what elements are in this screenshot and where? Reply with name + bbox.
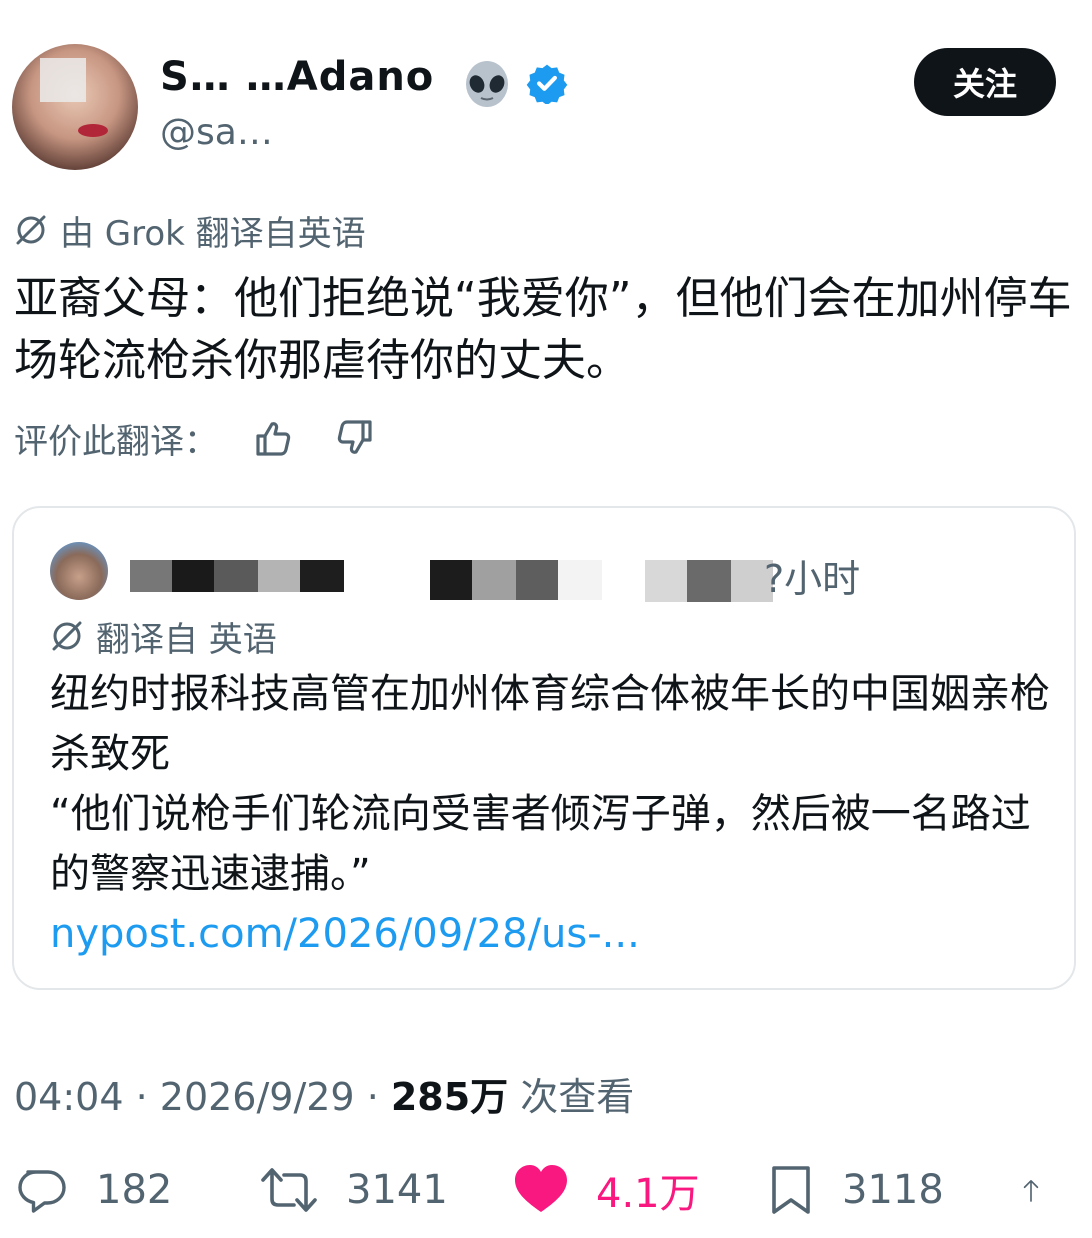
rate-translation-label: 评价此翻译： <box>14 421 218 462</box>
grok-translation-notice[interactable]: 由 Grok 翻译自英语 <box>14 208 366 254</box>
avatar-detail <box>78 124 108 137</box>
thumbs-up-icon[interactable] <box>250 414 298 462</box>
meta-separator: · <box>123 1075 160 1119</box>
quoted-post-body: 纽约时报科技高管在加州体育综合体被年长的中国姻亲枪杀致死 “他们说枪手们轮流向受… <box>50 664 1060 964</box>
quoted-handle-mask <box>430 560 602 600</box>
follow-button[interactable]: 关注 <box>914 48 1056 116</box>
author-handle[interactable]: @sa… <box>160 112 273 153</box>
quoted-translation-notice[interactable]: 翻译自 英语 <box>50 614 277 660</box>
bookmark-count: 3118 <box>842 1167 944 1213</box>
thumbs-down-icon[interactable] <box>330 414 378 462</box>
reply-button[interactable]: 182 <box>14 1160 172 1220</box>
author-display-name[interactable]: S… …Adano <box>160 54 434 100</box>
verified-badge-icon <box>526 64 568 104</box>
article-link[interactable]: nypost.com/2026/09/28/us-... <box>50 911 640 957</box>
quoted-post-time: ?小时 <box>764 557 861 601</box>
reply-icon <box>18 1170 66 1213</box>
retweet-button[interactable]: 3141 <box>258 1160 448 1220</box>
bookmark-icon <box>772 1166 810 1214</box>
quoted-quote: “他们说枪手们轮流向受害者倾泻子弹，然后被一名路过的警察迅速逮捕。” <box>50 791 1031 897</box>
meta-separator: · <box>354 1075 391 1119</box>
post-date[interactable]: 2026/9/29 <box>160 1075 355 1119</box>
author-avatar[interactable] <box>12 44 138 170</box>
grok-icon <box>16 215 46 245</box>
share-button[interactable] <box>1020 1160 1068 1220</box>
translate-icon <box>52 621 82 651</box>
quoted-extra-mask <box>645 560 773 602</box>
post-body: 亚裔父母：他们拒绝说“我爱你”，但他们会在加州停车场轮流枪杀你那虐待你的丈夫。 <box>14 273 1072 386</box>
quoted-headline: 纽约时报科技高管在加州体育综合体被年长的中国姻亲枪杀致死 <box>50 671 1050 777</box>
share-icon <box>1023 1180 1039 1202</box>
post-time[interactable]: 04:04 <box>14 1075 124 1119</box>
retweet-icon <box>261 1168 317 1212</box>
quoted-author-avatar[interactable] <box>50 542 108 600</box>
alien-emoji-icon <box>466 61 508 107</box>
retweet-count: 3141 <box>346 1167 448 1213</box>
like-count: 4.1万 <box>596 1171 700 1217</box>
translation-notice-text: 由 Grok 翻译自英语 <box>60 213 366 254</box>
reply-count: 182 <box>96 1167 173 1213</box>
views-count: 285万 <box>390 1075 509 1119</box>
quoted-translation-text: 翻译自 英语 <box>96 619 277 660</box>
quoted-name-mask <box>130 560 344 592</box>
views-label: 次查看 <box>520 1075 635 1119</box>
post-meta: 04:04 · 2026/9/29 · 285万 次查看 <box>14 1066 634 1121</box>
heart-icon <box>515 1165 567 1212</box>
bookmark-button[interactable]: 3118 <box>766 1160 944 1220</box>
avatar-blur-mask <box>40 58 86 102</box>
like-button[interactable]: 4.1万 <box>512 1160 700 1220</box>
